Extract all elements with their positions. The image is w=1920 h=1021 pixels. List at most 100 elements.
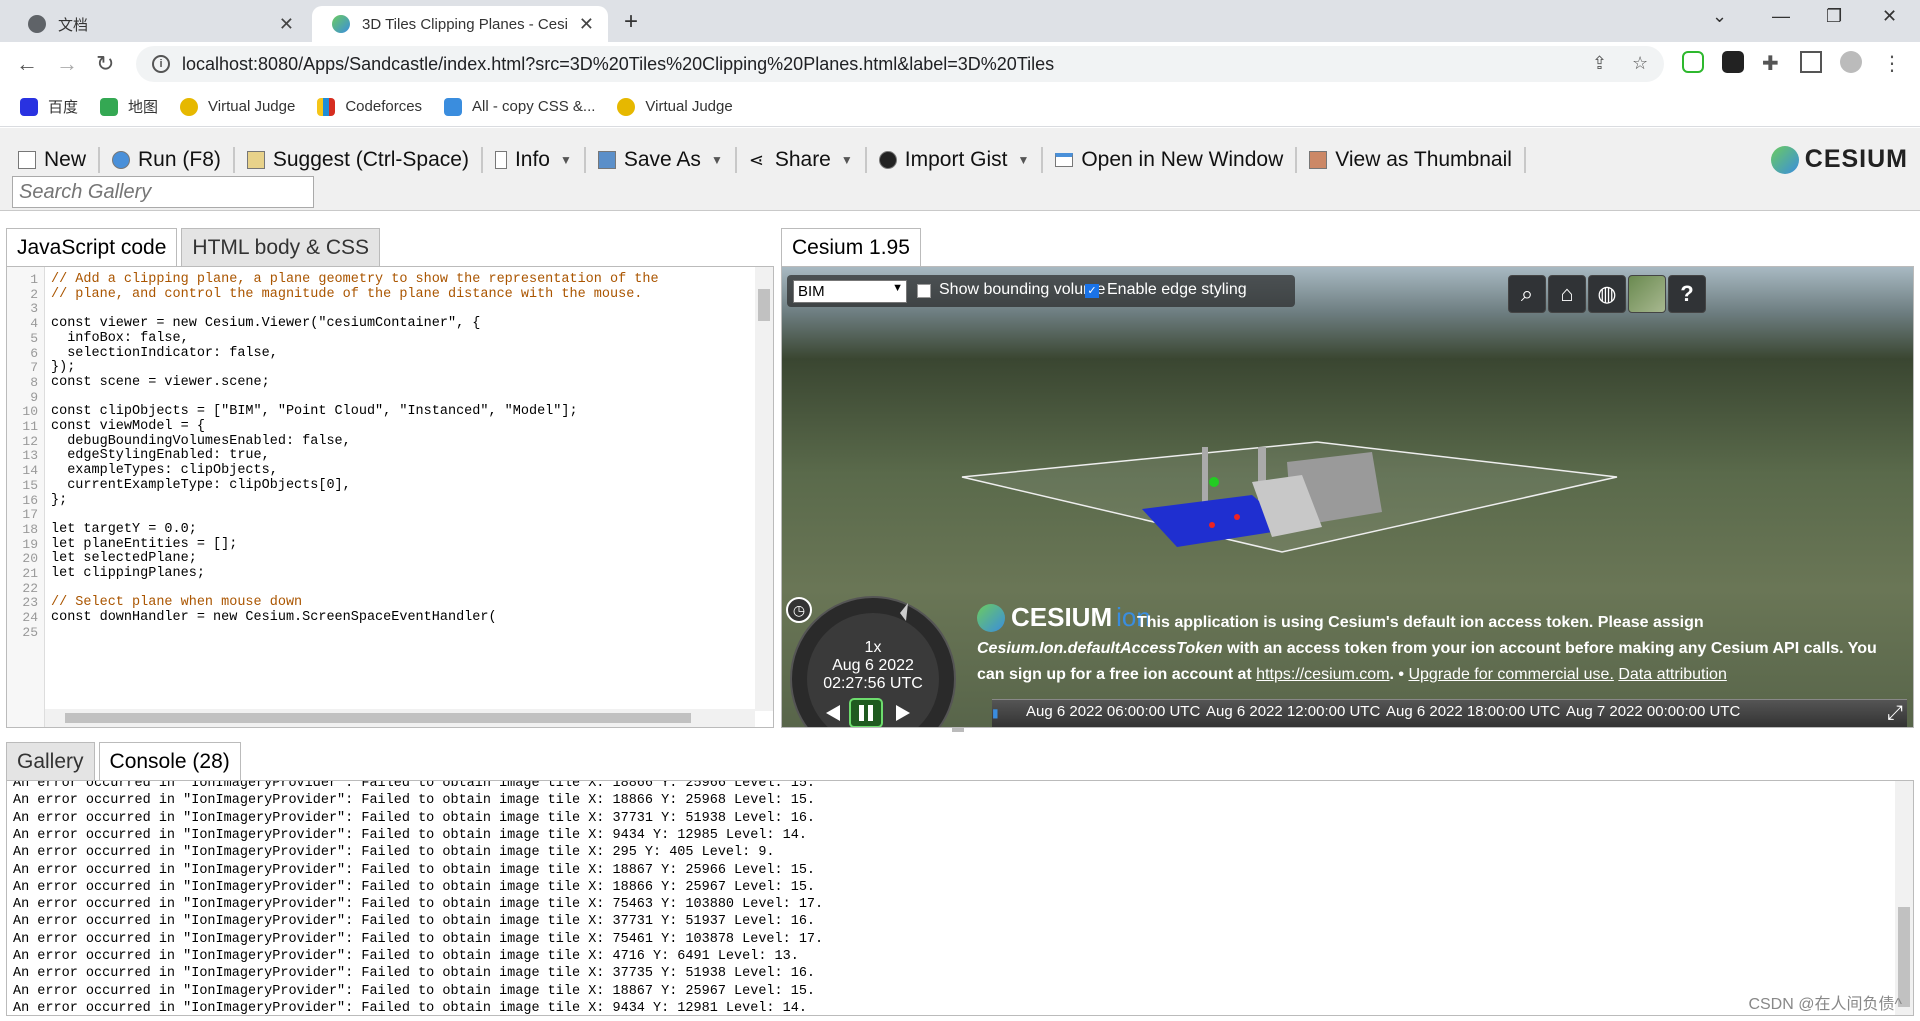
code-line: let planeEntities = []; [51,536,238,552]
info-button[interactable]: Info ▼ [483,147,586,173]
close-icon[interactable]: ✕ [579,14,594,35]
code-line: currentExampleType: clipObjects[0], [51,477,351,493]
editor-vertical-scrollbar[interactable] [755,267,773,711]
line-number: 5 [30,330,38,346]
line-number: 1 [30,272,38,287]
console-line: An error occurred in "IonImageryProvider… [13,810,816,826]
reload-icon[interactable]: ↻ [96,51,114,77]
dropdown-arrow-icon: ▼ [559,153,572,167]
bookmark-item[interactable]: All - copy CSS &... [444,97,595,116]
new-button[interactable]: New [12,147,101,173]
minimize-icon[interactable]: — [1772,6,1790,27]
tab-cesium-viewer[interactable]: Cesium 1.95 [781,228,921,266]
bookmarks-bar: 百度 地图 Virtual Judge Codeforces All - cop… [0,87,1920,127]
console-line: An error occurred in "IonImageryProvider… [13,827,807,843]
timeline-marker-icon: ▮ [992,706,999,720]
fullscreen-icon[interactable]: ⤢ [1881,699,1909,727]
edge-styling-checkbox[interactable]: ✓ [1085,284,1099,298]
home-icon[interactable]: ⌂ [1548,275,1586,313]
extension-icon[interactable] [1722,51,1744,73]
console-line: An error occurred in "IonImageryProvider… [13,983,816,999]
new-tab-button[interactable]: + [624,8,638,36]
cesium-viewer[interactable]: BIM ▼ Show bounding volume ✓ Enable edge… [781,266,1914,728]
console-line: An error occurred in "IonImageryProvider… [13,897,824,913]
code-line: edgeStylingEnabled: true, [51,448,270,464]
bookmark-item[interactable]: 百度 [20,96,78,117]
shield-icon[interactable] [1682,51,1704,73]
line-number: 8 [30,374,38,390]
clock-icon[interactable]: ◷ [786,597,812,623]
bookmark-item[interactable]: Virtual Judge [617,97,733,116]
github-icon [878,151,897,169]
restore-icon[interactable]: ❐ [1826,6,1842,27]
cesium-logo[interactable]: CESIUM [1770,145,1908,174]
line-number: 2 [30,286,38,302]
tab-gallery[interactable]: Gallery [6,742,95,780]
show-bounding-volume-checkbox[interactable] [917,284,931,298]
menu-icon[interactable]: ⋮ [1882,51,1904,75]
thumbnail-icon [1309,151,1328,169]
code-editor[interactable]: 1 2 3 4 5 6 7 8 9 10 11 12 13 14 15 16 17 18 19 20 21 22 23 24 2… [6,266,774,728]
tab-console[interactable]: Console (28) [98,742,241,780]
cesium-logo-icon [977,603,1005,632]
window-close-icon[interactable]: ✕ [1882,6,1897,27]
address-bar-row: ← → ↻ i localhost:8080/Apps/Sandcastle/i… [0,42,1920,87]
globe-icon[interactable]: ◍ [1588,275,1626,313]
show-bounding-volume-label: Show bounding volume [939,281,1106,298]
line-number: 16 [22,492,38,508]
line-number: 4 [30,316,38,332]
map-icon [100,97,119,116]
info-icon[interactable]: i [152,55,170,73]
share-icon[interactable]: ⇪ [1592,53,1607,74]
back-icon[interactable]: ← [16,51,38,77]
vjudge-icon [617,97,636,116]
bookmark-item[interactable]: Codeforces [317,97,422,116]
console-line: An error occurred in "IonImageryProvider… [13,914,816,930]
view-thumbnail-button[interactable]: View as Thumbnail [1297,147,1526,173]
console-panel[interactable]: An error occurred in "IonImageryProvider… [6,780,1914,1016]
search-gallery-input[interactable] [12,176,314,208]
sidepanel-icon[interactable] [1800,51,1822,73]
code-line: }; [51,492,68,508]
panel-splitter[interactable] [952,728,964,732]
cesium-icon [332,15,350,33]
editor-horizontal-scrollbar[interactable] [45,709,755,727]
url-field[interactable]: i localhost:8080/Apps/Sandcastle/index.h… [136,46,1664,82]
cesium-ion-logo[interactable]: CESIUM ion [977,602,1151,633]
bookmark-item[interactable]: 地图 [100,96,158,117]
bookmark-item[interactable]: Virtual Judge [180,97,295,116]
cesium-link[interactable]: https://cesium.com [1256,666,1389,683]
puzzle-icon[interactable]: ✚ [1762,51,1784,75]
browser-tab-sandcastle[interactable]: 3D Tiles Clipping Planes - Cesi ✕ [312,6,608,42]
console-scrollbar[interactable] [1895,781,1913,1015]
console-line: An error occurred in "IonImageryProvider… [13,793,816,809]
forward-icon[interactable]: → [56,51,78,77]
chevron-down-icon[interactable]: ⌄ [1712,6,1727,27]
tab-html-body-css[interactable]: HTML body & CSS [181,228,381,266]
tab-javascript-code[interactable]: JavaScript code [6,228,178,266]
search-icon[interactable]: ⌕ [1508,275,1546,313]
line-number: 6 [30,345,38,361]
code-line: let clippingPlanes; [51,566,205,581]
example-type-select[interactable]: BIM ▼ [793,280,907,303]
open-new-window-button[interactable]: Open in New Window [1043,147,1298,173]
base-layer-picker-icon[interactable] [1628,275,1666,313]
avatar[interactable] [1840,51,1862,73]
watermark: CSDN @在人间负债^ [1748,996,1902,1013]
animation-widget[interactable]: 1x Aug 6 2022 02:27:56 UTC [788,589,958,727]
timeline[interactable]: ▮ Aug 6 2022 06:00:00 UTC Aug 6 2022 12:… [992,699,1907,727]
help-icon[interactable]: ? [1668,275,1706,313]
line-number: 19 [22,536,38,552]
save-as-button[interactable]: Save As ▼ [586,147,737,173]
star-icon[interactable]: ☆ [1632,53,1648,74]
upgrade-link[interactable]: Upgrade for commercial use. [1408,666,1613,683]
share-button[interactable]: ⋖ Share ▼ [737,147,867,173]
edge-styling-label: Enable edge styling [1107,281,1247,298]
suggest-button[interactable]: Suggest (Ctrl-Space) [235,147,483,173]
browser-tab-docs[interactable]: 文档 ✕ [8,6,308,42]
close-icon[interactable]: ✕ [279,14,294,35]
run-button[interactable]: Run (F8) [100,147,235,173]
data-attribution-link[interactable]: Data attribution [1618,666,1727,683]
import-gist-button[interactable]: Import Gist ▼ [867,147,1044,173]
line-number: 21 [22,566,38,581]
